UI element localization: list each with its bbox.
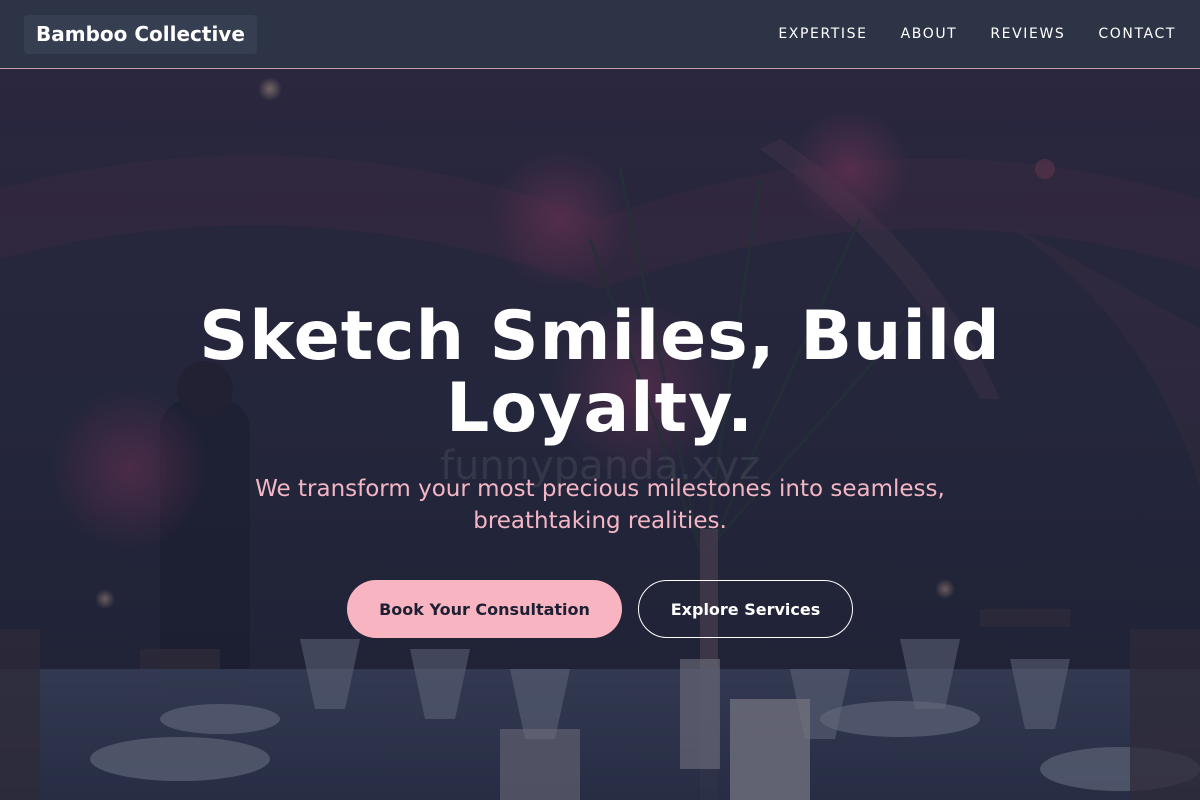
- nav-link-contact[interactable]: CONTACT: [1098, 26, 1176, 42]
- explore-services-button[interactable]: Explore Services: [638, 580, 853, 638]
- nav-link-expertise[interactable]: EXPERTISE: [778, 26, 867, 42]
- hero-section: funnypanda.xyz Sketch Smiles, Build Loya…: [0, 69, 1200, 800]
- hero-title: Sketch Smiles, Build Loyalty.: [199, 297, 1001, 448]
- main-nav: EXPERTISE ABOUT REVIEWS CONTACT: [778, 26, 1176, 42]
- book-consultation-button[interactable]: Book Your Consultation: [347, 580, 622, 638]
- hero-content: Sketch Smiles, Build Loyalty. We transfo…: [0, 301, 1200, 638]
- brand-logo[interactable]: Bamboo Collective: [24, 14, 257, 54]
- nav-link-reviews[interactable]: REVIEWS: [990, 26, 1065, 42]
- nav-link-about[interactable]: ABOUT: [901, 26, 958, 42]
- site-header: Bamboo Collective EXPERTISE ABOUT REVIEW…: [0, 0, 1200, 69]
- cta-row: Book Your Consultation Explore Services: [0, 580, 1200, 638]
- hero-subtitle: We transform your most precious mileston…: [255, 476, 945, 534]
